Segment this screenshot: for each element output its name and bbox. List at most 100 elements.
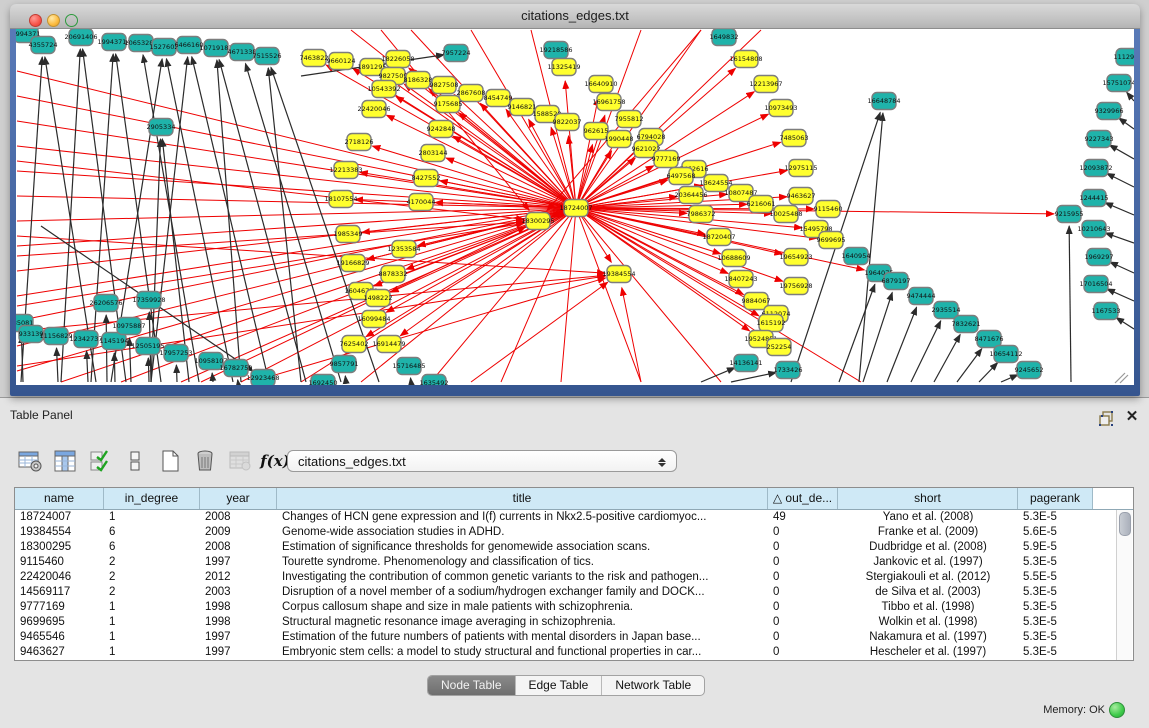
graph-node[interactable]: 9175685	[434, 96, 463, 113]
graph-node[interactable]: 1615192	[757, 315, 786, 332]
graph-node[interactable]: 16154808	[729, 51, 762, 68]
graph-node[interactable]: 9474444	[907, 288, 936, 305]
graph-node[interactable]: 4170044	[407, 194, 436, 211]
graph-node[interactable]: 10973493	[764, 100, 797, 117]
network-canvas[interactable]: 1994371435572420691406199437141065328715…	[16, 29, 1134, 385]
graph-node[interactable]: 1640954	[842, 248, 871, 265]
graph-node[interactable]: 20691406	[64, 29, 97, 46]
graph-node[interactable]: 4355724	[29, 37, 58, 54]
graph-node[interactable]: 17359928	[132, 292, 165, 309]
graph-node[interactable]: 9660124	[327, 53, 356, 70]
float-panel-icon[interactable]	[1098, 411, 1116, 427]
table-row[interactable]: 969969511998Structural magnetic resonanc…	[15, 615, 1133, 630]
graph-node[interactable]: 1990448	[605, 131, 634, 148]
graph-node[interactable]: 12975115	[784, 160, 817, 177]
graph-node[interactable]: 1112954	[1114, 49, 1134, 66]
table-row[interactable]: 1830029562008Estimation of significance …	[15, 540, 1133, 555]
table-row[interactable]: 946362711997Embryonic stem cells: a mode…	[15, 645, 1133, 660]
graph-node[interactable]: 14136141	[729, 355, 762, 372]
graph-node[interactable]: 1167533	[1092, 303, 1121, 320]
graph-node[interactable]: 19654923	[779, 249, 812, 266]
graph-node[interactable]: 9857791	[330, 356, 359, 373]
table-row[interactable]: 946554611997Estimation of the future num…	[15, 630, 1133, 645]
graph-node[interactable]: 15751074	[1102, 75, 1134, 92]
graph-node[interactable]: 19166829	[336, 255, 369, 272]
column-header-outde[interactable]: △ out_de...	[768, 488, 838, 509]
graph-node[interactable]: 16961758	[592, 94, 625, 111]
graph-node[interactable]: 1244415	[1080, 190, 1109, 207]
graph-node[interactable]: 12213383	[329, 162, 362, 179]
graph-node[interactable]: 18107554	[324, 191, 357, 208]
graph-node[interactable]: 9329966	[1095, 103, 1124, 120]
graph-node[interactable]: 252254	[767, 339, 792, 356]
graph-node[interactable]: 18226058	[381, 51, 414, 68]
graph-node[interactable]: 1733426	[774, 362, 803, 379]
function-builder-icon[interactable]: f(x)	[263, 449, 287, 473]
graph-node[interactable]: 11156829	[39, 328, 72, 345]
graph-node[interactable]: 10025488	[769, 206, 802, 223]
graph-node[interactable]: 8878332	[379, 266, 408, 283]
graph-node[interactable]: 20364456	[674, 187, 707, 204]
graph-node[interactable]: 19384554	[602, 266, 635, 283]
row-height-icon[interactable]	[123, 449, 147, 473]
graph-node[interactable]: 7463822	[300, 50, 329, 67]
graph-node[interactable]: 1692450	[309, 375, 338, 386]
graph-node[interactable]: 1649832	[710, 29, 739, 46]
graph-node[interactable]: 12923468	[246, 370, 279, 386]
column-header-short[interactable]: short	[838, 488, 1018, 509]
graph-node[interactable]: 7832621	[952, 316, 981, 333]
graph-node[interactable]: 7515526	[253, 48, 282, 65]
graph-node[interactable]: 7986372	[687, 206, 716, 223]
graph-node[interactable]: 19218586	[539, 42, 572, 59]
graph-node[interactable]: 2867608	[457, 85, 486, 102]
graph-node[interactable]: 16914479	[372, 336, 405, 353]
graph-node[interactable]: 1985349	[334, 226, 363, 243]
graph-node[interactable]: 18724007	[559, 200, 592, 217]
graph-node[interactable]: 22420046	[357, 101, 390, 118]
graph-node[interactable]: 7625402	[340, 336, 369, 353]
graph-node[interactable]: 9463627	[787, 188, 816, 205]
create-column-icon[interactable]	[158, 449, 182, 473]
column-header-title[interactable]: title	[277, 488, 768, 509]
citation-network-graph[interactable]: 1994371435572420691406199437141065328715…	[16, 29, 1134, 385]
graph-node[interactable]: 10543392	[367, 81, 400, 98]
graph-node[interactable]: 16640910	[584, 76, 617, 93]
table-scrollbar[interactable]	[1116, 510, 1132, 660]
column-header-name[interactable]: name	[15, 488, 104, 509]
graph-node[interactable]: 15716485	[392, 358, 425, 375]
graph-node[interactable]: 9242848	[427, 121, 456, 138]
graph-node[interactable]: 10654112	[989, 346, 1022, 363]
tab-network-table[interactable]: Network Table	[602, 676, 704, 695]
graph-node[interactable]: 11325419	[547, 59, 580, 76]
graph-node[interactable]: 1969297	[1085, 249, 1114, 266]
graph-node[interactable]: 18720407	[702, 229, 735, 246]
graph-node[interactable]: 18407243	[724, 271, 757, 288]
graph-node[interactable]: 17957253	[159, 345, 192, 362]
graph-node[interactable]: 19756928	[779, 278, 812, 295]
graph-node[interactable]: 26206576	[89, 295, 122, 312]
graph-node[interactable]: 12353584	[387, 241, 420, 258]
graph-node[interactable]: 1498222	[364, 290, 393, 307]
select-mode-icon[interactable]	[88, 449, 112, 473]
table-row[interactable]: 911546021997Tourette syndrome. Phenomeno…	[15, 555, 1133, 570]
tab-node-table[interactable]: Node Table	[428, 676, 516, 695]
column-header-pagerank[interactable]: pagerank	[1018, 488, 1093, 509]
table-row[interactable]: 1456911722003Disruption of a novel membe…	[15, 585, 1133, 600]
graph-node[interactable]: 2718126	[345, 134, 374, 151]
graph-node[interactable]: 2905334	[147, 119, 176, 136]
graph-node[interactable]: 9827508	[430, 77, 459, 94]
tab-edge-table[interactable]: Edge Table	[516, 676, 603, 695]
graph-node[interactable]: 16099484	[357, 311, 390, 328]
graph-node[interactable]: 9227343	[1085, 131, 1114, 148]
table-selector-dropdown[interactable]: citations_edges.txt	[287, 450, 677, 472]
scrollbar-thumb[interactable]	[1119, 512, 1131, 536]
graph-node[interactable]: 6879197	[882, 273, 911, 290]
table-mode-icon[interactable]	[18, 449, 42, 473]
memory-status-indicator[interactable]	[1109, 702, 1125, 718]
graph-node[interactable]: 8427552	[412, 170, 441, 187]
graph-node[interactable]: 7955812	[615, 111, 644, 128]
graph-node[interactable]: 7485063	[780, 130, 809, 147]
graph-node[interactable]: 9822037	[553, 114, 582, 131]
graph-node[interactable]: 1635492	[420, 375, 449, 386]
graph-node[interactable]: 9115460	[814, 201, 843, 218]
